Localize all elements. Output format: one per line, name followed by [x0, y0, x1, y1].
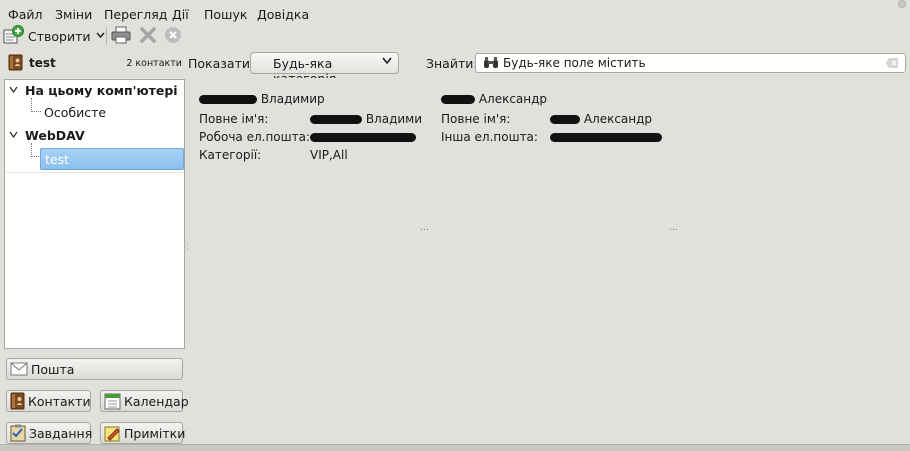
full-name-value: Александр	[550, 112, 652, 126]
full-name-label: Повне ім'я:	[199, 112, 269, 126]
search-placeholder: Будь-яке поле містить	[503, 56, 646, 70]
redacted-text	[441, 95, 475, 104]
menu-help[interactable]: Довідка	[257, 7, 309, 22]
tasks-button[interactable]: Завдання	[6, 422, 93, 444]
tree-group-webdav-label: WebDAV	[25, 128, 85, 143]
stop-button[interactable]	[162, 26, 184, 46]
memos-icon	[104, 424, 121, 442]
print-icon	[111, 26, 131, 47]
full-name-text: Владими	[365, 112, 423, 126]
contact-card[interactable]: Владимир Повне ім'я: Владими Робоча ел.п…	[199, 92, 429, 172]
calendar-button[interactable]: Календар	[100, 390, 189, 412]
expand-arrow-icon[interactable]	[9, 86, 18, 96]
window-corner-icon	[898, 0, 906, 8]
toolbar: Створити	[0, 24, 910, 48]
contact-name: Александр	[441, 92, 547, 106]
calendar-icon	[104, 392, 121, 410]
tasks-icon	[10, 424, 26, 442]
contact-name-text: Владимир	[260, 92, 325, 106]
tree-group-local-label: На цьому комп'ютері	[25, 83, 178, 98]
tree-item-personal-label: Особисте	[44, 105, 107, 120]
categories-value: VIP,All	[310, 148, 348, 162]
menu-search[interactable]: Пошук	[204, 7, 247, 22]
mail-button-label: Пошта	[31, 361, 75, 377]
stop-icon	[164, 26, 182, 47]
delete-button[interactable]	[137, 26, 159, 46]
full-name-value: Владими	[310, 112, 422, 126]
print-button[interactable]	[110, 26, 132, 46]
new-button[interactable]: Створити	[3, 24, 105, 48]
status-bar	[0, 444, 910, 451]
full-name-text: Александр	[583, 112, 653, 126]
other-email-value	[550, 130, 662, 144]
menu-edit[interactable]: Зміни	[55, 7, 92, 22]
contacts-button[interactable]: Контакти	[6, 390, 91, 412]
address-book-tree: На цьому комп'ютері Особисте WebDAV test	[4, 79, 185, 349]
redacted-text	[550, 115, 580, 124]
clear-search-icon[interactable]	[885, 57, 899, 72]
find-label: Знайти:	[426, 56, 478, 71]
other-email-label: Інша ел.пошта:	[441, 130, 538, 144]
binoculars-icon[interactable]	[483, 56, 499, 73]
mail-button[interactable]: Пошта	[6, 358, 183, 380]
column-separator[interactable]: …	[669, 223, 678, 233]
redacted-text	[310, 115, 362, 124]
contacts-button-label: Контакти	[28, 393, 91, 409]
calendar-button-label: Календар	[124, 393, 189, 409]
contact-count: 2 контакти	[126, 58, 182, 69]
categories-label: Категорії:	[199, 148, 262, 162]
work-email-label: Робоча ел.пошта:	[199, 130, 310, 144]
tree-item-personal[interactable]: Особисте	[5, 102, 184, 124]
address-book-header: test 2 контакти	[4, 52, 186, 74]
redacted-text	[310, 133, 416, 142]
chevron-down-icon	[95, 31, 105, 41]
redacted-text	[199, 95, 257, 104]
tasks-button-label: Завдання	[29, 425, 93, 441]
tree-item-test-label: test	[45, 152, 70, 167]
contacts-view: Владимир Повне ім'я: Владими Робоча ел.п…	[189, 78, 910, 444]
contacts-icon	[10, 392, 25, 410]
menu-view[interactable]: Перегляд	[104, 7, 167, 22]
menu-actions[interactable]: Дії	[172, 7, 189, 22]
contact-name-text: Александр	[478, 92, 548, 106]
delete-icon	[139, 26, 157, 47]
address-book-icon	[8, 54, 23, 74]
search-input[interactable]: Будь-яке поле містить	[475, 53, 906, 73]
redacted-text	[550, 133, 662, 142]
contact-name: Владимир	[199, 92, 325, 106]
column-separator[interactable]: …	[420, 223, 429, 233]
new-contact-icon	[3, 24, 25, 48]
mail-icon	[10, 360, 28, 378]
category-select[interactable]: Будь-яка категорія	[250, 52, 399, 86]
menu-file[interactable]: Файл	[8, 7, 43, 22]
full-name-label: Повне ім'я:	[441, 112, 511, 126]
menu-bar: Файл Зміни Перегляд Дії Пошук Довідка	[0, 4, 910, 24]
memos-button[interactable]: Примітки	[100, 422, 186, 444]
pane-splitter[interactable]: · · ·	[186, 52, 189, 444]
chevron-down-icon	[382, 56, 392, 67]
memos-button-label: Примітки	[124, 425, 186, 441]
address-book-title: test	[29, 56, 56, 70]
show-label: Показати:	[188, 56, 255, 71]
tree-divider	[5, 172, 184, 173]
expand-arrow-icon[interactable]	[9, 131, 18, 141]
work-email-value	[310, 130, 416, 144]
new-button-label: Створити	[28, 28, 91, 44]
contact-card[interactable]: Александр Повне ім'я: Александр Інша ел.…	[441, 92, 671, 152]
tree-item-test-selected[interactable]: test	[40, 148, 184, 170]
toolbar-separator	[106, 27, 107, 45]
